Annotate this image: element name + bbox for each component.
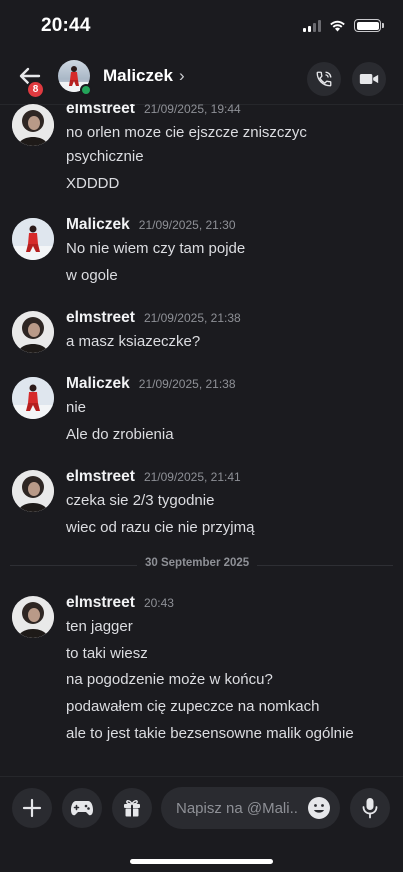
emoji-button[interactable] bbox=[307, 796, 331, 820]
message-timestamp: 21/09/2025, 21:38 bbox=[138, 377, 236, 391]
message-text: nie bbox=[66, 399, 87, 416]
avatar[interactable] bbox=[12, 470, 54, 512]
message-meta: elmstreet 21/09/2025, 21:41 bbox=[66, 468, 241, 486]
battery-icon bbox=[354, 19, 384, 32]
message-text: no orlen moze cie ejszcze zniszczyc bbox=[66, 124, 307, 141]
message-text: ale to jest takie bezsensowne malik ogól… bbox=[66, 725, 354, 742]
message-timestamp: 21/09/2025, 19:44 bbox=[143, 104, 241, 116]
gamepad-icon bbox=[71, 801, 93, 816]
gift-icon bbox=[124, 800, 140, 817]
status-bar: 20:44 bbox=[0, 0, 403, 52]
message-timestamp: 21/09/2025, 21:30 bbox=[138, 218, 236, 232]
message-text: wiec od razu cie nie przyjmą bbox=[66, 519, 255, 536]
video-camera-icon bbox=[359, 74, 379, 84]
online-status-indicator bbox=[80, 84, 92, 96]
avatar-image bbox=[12, 377, 54, 419]
add-attachment-button[interactable] bbox=[12, 788, 52, 828]
home-indicator bbox=[130, 859, 273, 864]
message-meta: elmstreet 21/09/2025, 21:38 bbox=[66, 309, 241, 327]
chevron-right-icon: › bbox=[178, 66, 185, 85]
gift-button[interactable] bbox=[112, 788, 152, 828]
emoji-icon bbox=[308, 797, 330, 819]
message-meta: elmstreet 20:43 bbox=[66, 594, 174, 612]
avatar[interactable] bbox=[12, 311, 54, 353]
avatar-image bbox=[12, 596, 54, 638]
message-meta: Maliczek 21/09/2025, 21:30 bbox=[66, 216, 236, 234]
message-composer bbox=[0, 776, 403, 872]
message-text: na pogodzenie może w końcu? bbox=[66, 671, 273, 688]
chat-header: 8 Maliczek › bbox=[0, 52, 403, 102]
activities-button[interactable] bbox=[62, 788, 102, 828]
message-list[interactable]: elmstreet 21/09/2025, 19:44 no orlen moz… bbox=[0, 104, 403, 776]
message-author[interactable]: Maliczek bbox=[66, 375, 130, 393]
message-text: a masz ksiazeczke? bbox=[66, 333, 201, 350]
message-text: XDDDD bbox=[66, 175, 120, 192]
voice-call-button[interactable] bbox=[307, 62, 341, 96]
message-text: psychicznie bbox=[66, 148, 144, 165]
message-author[interactable]: elmstreet bbox=[66, 468, 135, 486]
cellular-signal-icon bbox=[303, 19, 321, 32]
message-author[interactable]: elmstreet bbox=[66, 594, 135, 612]
message-author[interactable]: elmstreet bbox=[66, 104, 135, 118]
microphone-icon bbox=[362, 798, 378, 819]
message-text: No nie wiem czy tam pojde bbox=[66, 240, 246, 257]
video-call-button[interactable] bbox=[352, 62, 386, 96]
message-meta: Maliczek 21/09/2025, 21:38 bbox=[66, 375, 236, 393]
message-timestamp: 21/09/2025, 21:41 bbox=[143, 470, 241, 484]
message-text: to taki wiesz bbox=[66, 645, 148, 662]
phone-icon bbox=[316, 71, 332, 87]
status-time: 20:44 bbox=[41, 15, 91, 36]
avatar[interactable] bbox=[12, 596, 54, 638]
unread-badge: 8 bbox=[26, 80, 45, 99]
message-text: Ale do zrobienia bbox=[66, 426, 174, 443]
avatar[interactable] bbox=[12, 104, 54, 146]
avatar-image bbox=[12, 311, 54, 353]
message-text: ten jagger bbox=[66, 618, 133, 635]
avatar-image bbox=[12, 470, 54, 512]
plus-icon bbox=[22, 798, 42, 818]
message-text: w ogole bbox=[66, 267, 118, 284]
message-author[interactable]: Maliczek bbox=[66, 216, 130, 234]
status-icons bbox=[303, 19, 384, 32]
avatar[interactable] bbox=[12, 218, 54, 260]
channel-title[interactable]: Maliczek › bbox=[103, 66, 185, 86]
avatar-image bbox=[12, 104, 54, 146]
voice-message-button[interactable] bbox=[350, 788, 390, 828]
message-text: podawałem cię zupeczce na nomkach bbox=[66, 698, 320, 715]
wifi-icon bbox=[330, 20, 345, 31]
message-meta: elmstreet 21/09/2025, 19:44 bbox=[66, 104, 241, 118]
message-author[interactable]: elmstreet bbox=[66, 309, 135, 327]
avatar[interactable] bbox=[12, 377, 54, 419]
message-text: czeka sie 2/3 tygodnie bbox=[66, 492, 215, 509]
channel-name: Maliczek bbox=[103, 66, 173, 85]
avatar-image bbox=[12, 218, 54, 260]
message-timestamp: 21/09/2025, 21:38 bbox=[143, 311, 241, 325]
message-timestamp: 20:43 bbox=[143, 596, 174, 610]
date-divider-label: 30 September 2025 bbox=[137, 557, 258, 569]
